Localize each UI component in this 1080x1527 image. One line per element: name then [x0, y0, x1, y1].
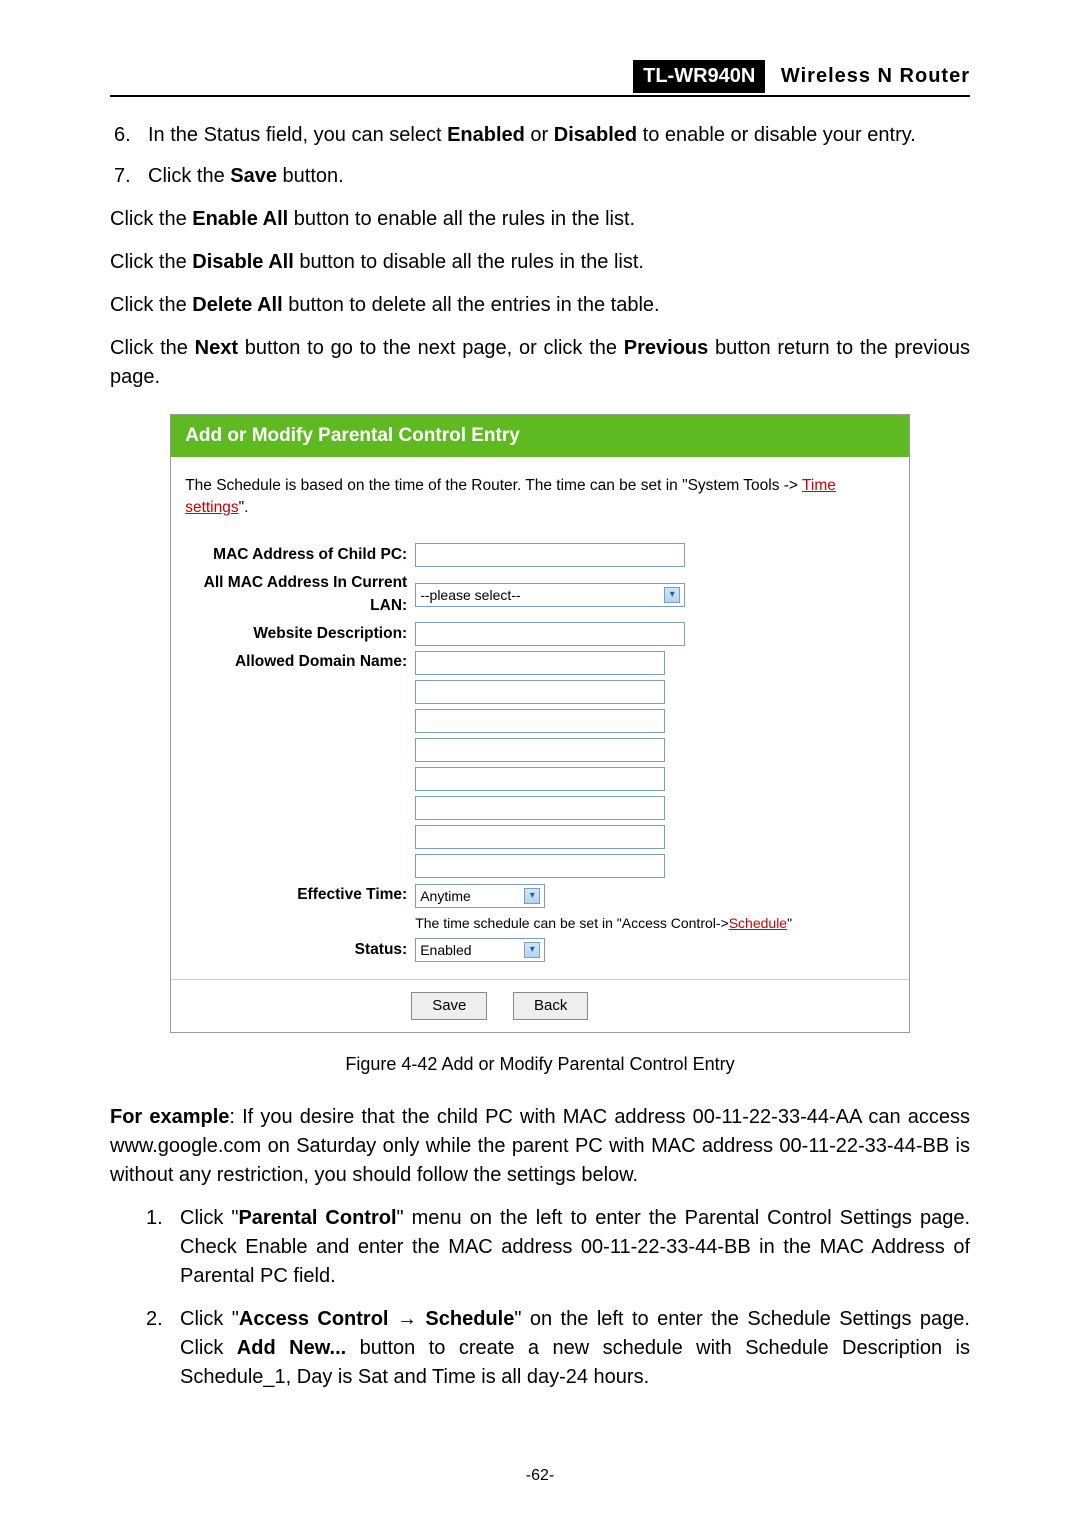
- row-webdesc: Website Description:: [185, 622, 895, 646]
- label-efftime: Effective Time:: [185, 884, 415, 906]
- text: Click ": [180, 1308, 239, 1330]
- text: Click the: [148, 165, 230, 187]
- step-number: 1.: [146, 1204, 180, 1291]
- schedule-link[interactable]: Schedule: [729, 915, 787, 931]
- text: ".: [239, 499, 249, 516]
- router-title: Wireless N Router: [781, 65, 970, 87]
- label-webdesc: Website Description:: [185, 623, 415, 645]
- domain-input-3[interactable]: [415, 709, 665, 733]
- step-number: 6.: [114, 121, 148, 150]
- label-mac: MAC Address of Child PC:: [185, 544, 415, 566]
- example-step-2: 2. Click "Access Control → Schedule" on …: [146, 1305, 970, 1392]
- page-number: -62-: [0, 1464, 1080, 1487]
- webdesc-input[interactable]: [415, 622, 685, 646]
- label-domain: Allowed Domain Name:: [185, 651, 415, 673]
- step-7: 7. Click the Save button.: [114, 162, 970, 191]
- example-paragraph: For example: If you desire that the chil…: [110, 1103, 970, 1190]
- label-allmac: All MAC Address In Current LAN:: [185, 572, 415, 617]
- text: The Schedule is based on the time of the…: [185, 477, 802, 494]
- select-value: Anytime: [420, 886, 471, 906]
- text: button to enable all the rules in the li…: [288, 208, 635, 230]
- text: Click the: [110, 208, 192, 230]
- bold: Previous: [624, 337, 708, 359]
- save-word: Save: [230, 165, 277, 187]
- bold: Enable All: [192, 208, 288, 230]
- domain-input-7[interactable]: [415, 825, 665, 849]
- text: button to delete all the entries in the …: [283, 294, 660, 316]
- text: Click the: [110, 251, 192, 273]
- mac-input[interactable]: [415, 543, 685, 567]
- panel-footer: Save Back: [171, 979, 909, 1032]
- bold: Delete All: [192, 294, 282, 316]
- text: Click the: [110, 337, 195, 359]
- text: button to go to the next page, or click …: [238, 337, 624, 359]
- text: or: [525, 124, 554, 146]
- bold: Disable All: [192, 251, 294, 273]
- text: to enable or disable your entry.: [637, 124, 916, 146]
- enabled-word: Enabled: [447, 124, 525, 146]
- step-text: Click "Access Control → Schedule" on the…: [180, 1305, 970, 1392]
- text: In the Status field, you can select: [148, 124, 447, 146]
- step-text: Click "Parental Control" menu on the lef…: [180, 1204, 970, 1291]
- step-text: In the Status field, you can select Enab…: [148, 121, 970, 150]
- bold: Access Control → Schedule: [239, 1308, 514, 1330]
- chevron-down-icon: ▾: [524, 888, 540, 904]
- domain-input-5[interactable]: [415, 767, 665, 791]
- domain-input-8[interactable]: [415, 854, 665, 878]
- para-navigation: Click the Next button to go to the next …: [110, 334, 970, 392]
- efftime-select[interactable]: Anytime ▾: [415, 884, 545, 908]
- text: Click ": [180, 1207, 238, 1229]
- bold: Next: [195, 337, 238, 359]
- allmac-select[interactable]: --please select-- ▾: [415, 583, 685, 607]
- step-6: 6. In the Status field, you can select E…: [114, 121, 970, 150]
- panel-body: The Schedule is based on the time of the…: [171, 457, 909, 980]
- row-domain: Allowed Domain Name:: [185, 651, 895, 878]
- panel-title: Add or Modify Parental Control Entry: [171, 415, 909, 457]
- status-select[interactable]: Enabled ▾: [415, 938, 545, 962]
- model-badge: TL-WR940N: [633, 60, 765, 93]
- select-value: --please select--: [420, 585, 520, 605]
- step-number: 2.: [146, 1305, 180, 1392]
- efftime-helper: The time schedule can be set in "Access …: [415, 913, 895, 933]
- para-enable-all: Click the Enable All button to enable al…: [110, 205, 970, 234]
- label-status: Status:: [185, 939, 415, 961]
- step-number: 7.: [114, 162, 148, 191]
- row-efftime: Effective Time: Anytime ▾ The time sched…: [185, 884, 895, 933]
- example-steps: 1. Click "Parental Control" menu on the …: [142, 1204, 970, 1392]
- text: The time schedule can be set in "Access …: [415, 915, 729, 931]
- row-status: Status: Enabled ▾: [185, 938, 895, 962]
- bold: Parental Control: [238, 1207, 396, 1229]
- para-disable-all: Click the Disable All button to disable …: [110, 248, 970, 277]
- text: button.: [277, 165, 344, 187]
- chevron-down-icon: ▾: [524, 942, 540, 958]
- row-mac: MAC Address of Child PC:: [185, 543, 895, 567]
- text: ": [787, 915, 792, 931]
- example-step-1: 1. Click "Parental Control" menu on the …: [146, 1204, 970, 1291]
- bold: Add New...: [237, 1337, 346, 1359]
- chevron-down-icon: ▾: [664, 587, 680, 603]
- back-button[interactable]: Back: [513, 992, 588, 1020]
- text: : If you desire that the child PC with M…: [110, 1106, 970, 1186]
- panel-note: The Schedule is based on the time of the…: [185, 475, 895, 520]
- domain-input-4[interactable]: [415, 738, 665, 762]
- figure-caption: Figure 4-42 Add or Modify Parental Contr…: [110, 1051, 970, 1077]
- step-text: Click the Save button.: [148, 162, 970, 191]
- select-value: Enabled: [420, 940, 471, 960]
- example-lead: For example: [110, 1106, 229, 1128]
- parental-control-panel: Add or Modify Parental Control Entry The…: [170, 414, 910, 1033]
- row-allmac: All MAC Address In Current LAN: --please…: [185, 572, 895, 617]
- domain-input-1[interactable]: [415, 651, 665, 675]
- text: button to disable all the rules in the l…: [294, 251, 644, 273]
- page-header: TL-WR940N Wireless N Router: [110, 60, 970, 97]
- disabled-word: Disabled: [554, 124, 637, 146]
- para-delete-all: Click the Delete All button to delete al…: [110, 291, 970, 320]
- save-button[interactable]: Save: [411, 992, 487, 1020]
- domain-input-6[interactable]: [415, 796, 665, 820]
- domain-input-2[interactable]: [415, 680, 665, 704]
- text: Click the: [110, 294, 192, 316]
